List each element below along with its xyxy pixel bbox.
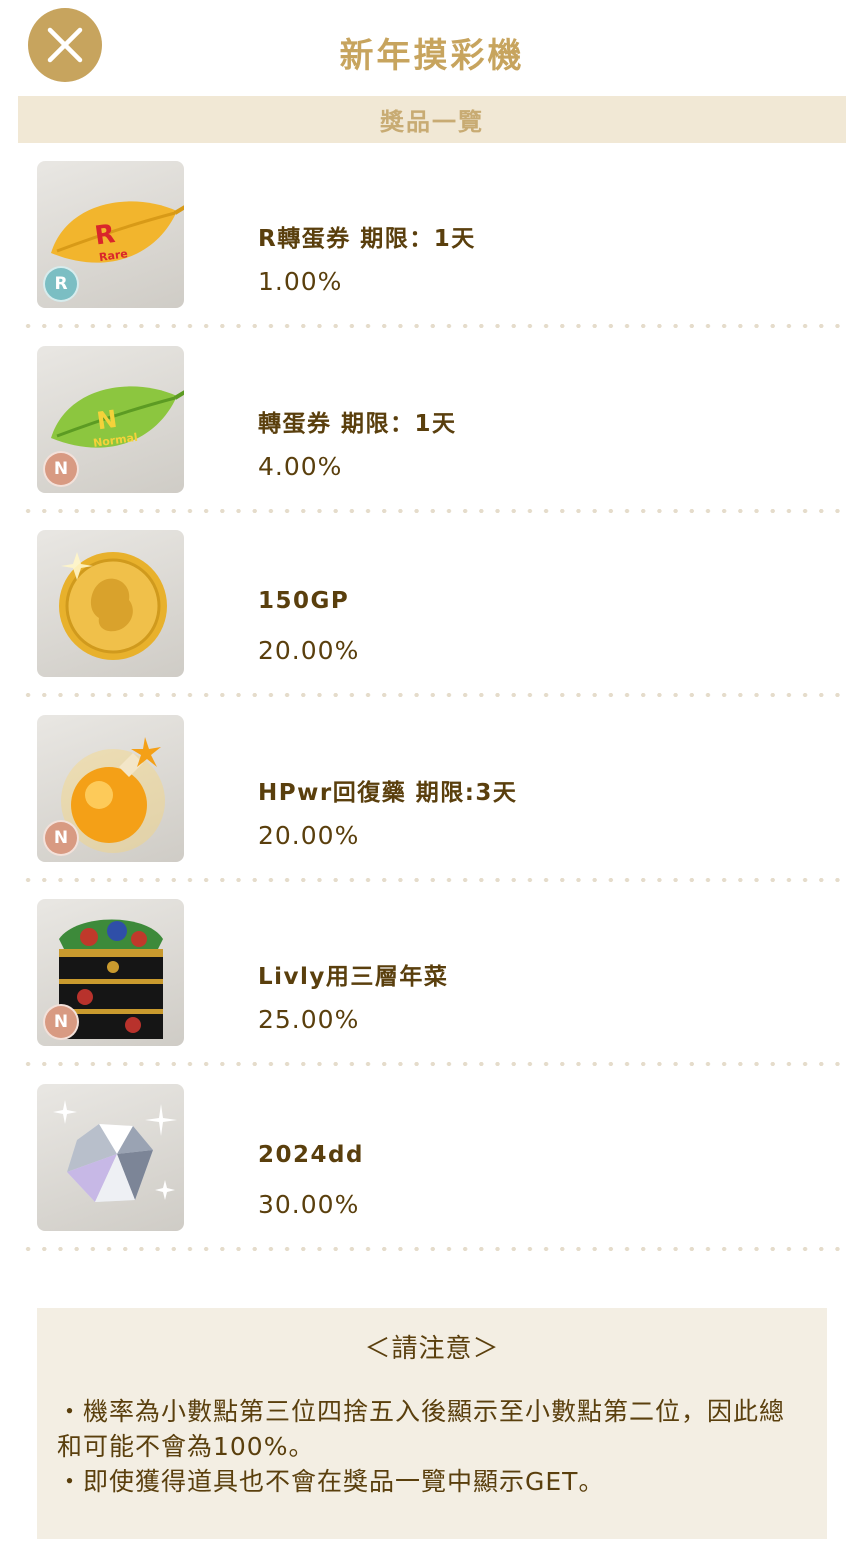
prize-list: R Rare R R轉蛋券 期限：1天 1.00% N Normal N 轉蛋券… <box>0 161 864 1251</box>
dotted-divider <box>20 1062 844 1066</box>
prize-thumbnail: N Normal N <box>37 345 184 493</box>
gold-coin-icon <box>59 552 167 660</box>
prize-rate: 25.00% <box>258 1005 360 1034</box>
rarity-badge: N <box>43 450 79 487</box>
dotted-divider <box>20 877 844 882</box>
prize-rate: 4.00% <box>258 451 343 481</box>
prize-name: R轉蛋券 期限：1天 <box>258 226 476 252</box>
prize-thumbnail: N <box>37 899 184 1046</box>
prize-name: 2024dd <box>258 1141 364 1168</box>
prize-rate: 20.00% <box>258 820 360 850</box>
rarity-badge: N <box>43 1004 79 1040</box>
prize-thumbnail <box>37 1083 184 1231</box>
prize-name: 150GP <box>258 588 350 614</box>
dotted-divider <box>20 508 844 513</box>
svg-text:Rare: Rare <box>98 247 128 264</box>
prize-item: N Livly用三層年菜 25.00% <box>0 899 864 1084</box>
notice-box: ＜請注意＞ ・機率為小數點第三位四捨五入後顯示至小數點第二位，因此總和可能不會為… <box>37 1308 827 1539</box>
prize-rate: 30.00% <box>258 1189 360 1219</box>
prize-item: 150GP 20.00% <box>0 530 864 715</box>
page-title: 新年摸彩機 <box>339 36 525 76</box>
rarity-badge: N <box>43 819 79 856</box>
dotted-divider <box>20 693 844 697</box>
svg-text:R: R <box>93 219 117 251</box>
notice-line: ・機率為小數點第三位四捨五入後顯示至小數點第二位，因此總和可能不會為100%。 <box>57 1397 786 1461</box>
prize-item: N Normal N 轉蛋券 期限：1天 4.00% <box>0 345 864 531</box>
prize-item: N HPwr回復藥 期限:3天 20.00% <box>0 714 864 900</box>
dotted-divider <box>20 1246 844 1251</box>
header: 新年摸彩機 <box>0 0 864 96</box>
prize-thumbnail: N <box>37 714 184 862</box>
section-title: 獎品一覽 <box>18 96 846 143</box>
notice-body: ・機率為小數點第三位四捨五入後顯示至小數點第二位，因此總和可能不會為100%。 … <box>57 1394 807 1499</box>
prize-item: R Rare R R轉蛋券 期限：1天 1.00% <box>0 161 864 346</box>
prize-name: HPwr回復藥 期限:3天 <box>258 779 518 806</box>
prize-name: 轉蛋券 期限：1天 <box>258 410 457 437</box>
prize-rate: 20.00% <box>258 636 360 665</box>
svg-text:N: N <box>95 404 119 435</box>
notice-line: ・即使獲得道具也不會在獎品一覽中顯示GET。 <box>57 1467 605 1496</box>
prize-name: Livly用三層年菜 <box>258 964 449 990</box>
rarity-badge: R <box>43 266 79 302</box>
dotted-divider <box>20 324 844 328</box>
notice-title: ＜請注意＞ <box>364 1334 500 1364</box>
prize-thumbnail <box>37 530 184 677</box>
prize-item: 2024dd 30.00% <box>0 1083 864 1269</box>
prize-thumbnail: R Rare R <box>37 161 184 308</box>
prize-rate: 1.00% <box>258 267 343 296</box>
diamond-icon <box>53 1099 177 1202</box>
